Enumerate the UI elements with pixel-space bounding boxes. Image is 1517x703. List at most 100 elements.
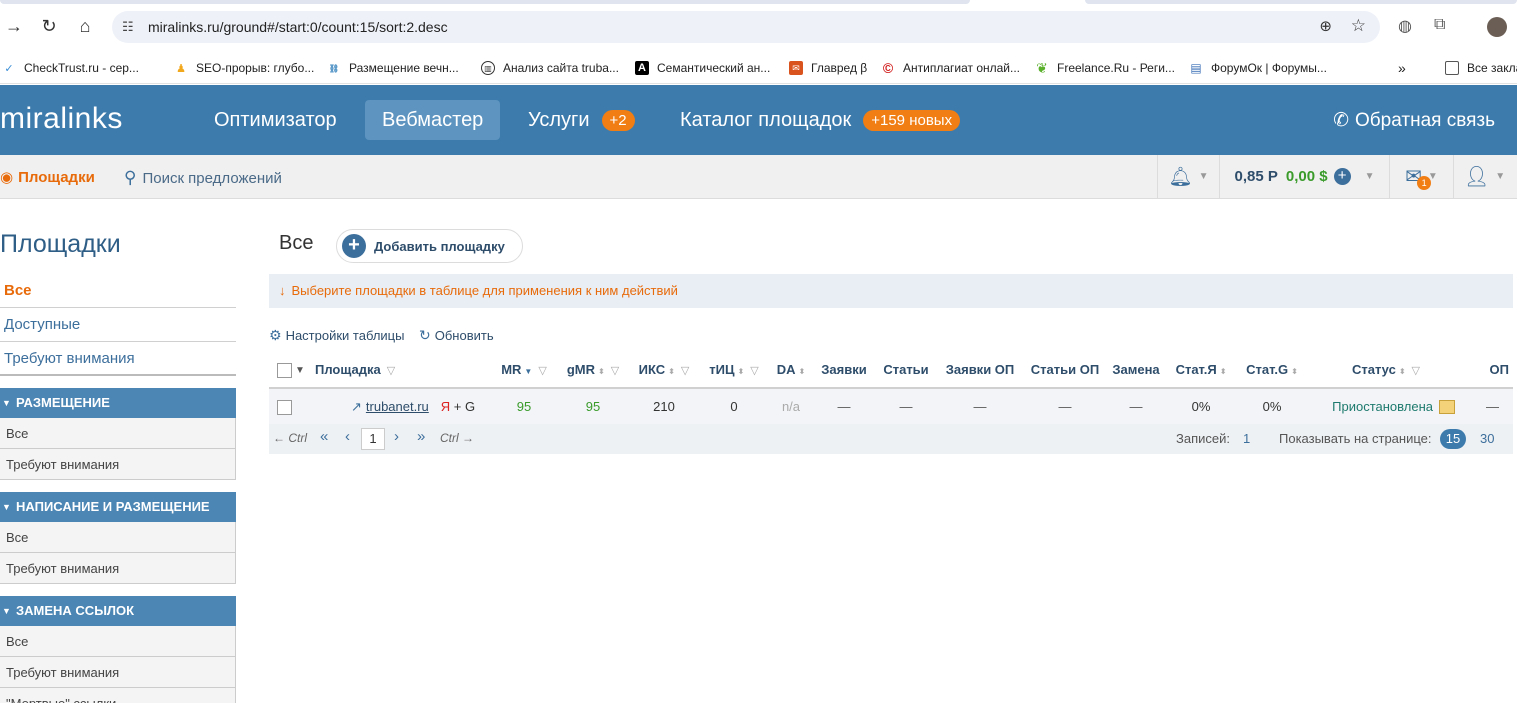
site-link[interactable]: trubanet.ru	[366, 399, 429, 414]
bookmarks-bar: ✓ CheckTrust.ru - сер... ♟ SEO-прорыв: глу…	[0, 52, 1517, 84]
bookmark-label: Антиплагиат онлай...	[903, 61, 1021, 75]
chevron-down-icon: ▼	[1198, 171, 1209, 182]
all-bookmarks[interactable]: Все закла	[1445, 58, 1517, 78]
subnav-search-label: Поиск предложений	[142, 169, 282, 187]
col-mr[interactable]: MR ▼ ▽	[491, 352, 557, 389]
bookmarks-overflow-icon[interactable]: »	[1398, 58, 1406, 78]
cell-articles: —	[875, 388, 937, 424]
sort-icon: ⬍	[798, 367, 806, 376]
forward-arrow-icon[interactable]: →	[2, 14, 26, 38]
add-site-label: Добавить площадку	[374, 238, 505, 254]
logo[interactable]: miralinks	[0, 102, 123, 136]
col-site[interactable]: Площадка ▽	[311, 352, 491, 389]
col-da[interactable]: DA ⬍	[769, 352, 813, 389]
col-replace: Замена	[1107, 352, 1165, 389]
notifications-button[interactable]: 🔔︎ ▼	[1157, 155, 1219, 198]
first-page-button[interactable]: «	[320, 428, 328, 445]
next-page-button[interactable]: ›	[394, 428, 399, 445]
reload-icon[interactable]: ↻	[37, 14, 61, 38]
col-label: тИЦ	[709, 362, 735, 377]
messages-button[interactable]: ✉ 1 ▼	[1389, 155, 1453, 198]
nav-services[interactable]: Услуги +2	[511, 100, 652, 140]
balance-usd: 0,00 $	[1285, 168, 1328, 185]
bookmark-4[interactable]: ▥ Анализ сайта truba...	[481, 58, 619, 78]
chevron-down-icon[interactable]: ▼	[295, 365, 305, 376]
feedback-label: Обратная связь	[1355, 109, 1495, 131]
nav-webmaster[interactable]: Вебмастер	[365, 100, 501, 140]
filter-icon[interactable]: ▽	[750, 365, 758, 377]
user-menu-button[interactable]: 👤︎ ▼	[1453, 155, 1515, 198]
sort-icon: ⬍	[1291, 367, 1298, 376]
checkbox[interactable]	[277, 399, 292, 415]
bookmark-1[interactable]: ✓ CheckTrust.ru - сер...	[2, 58, 139, 78]
section-writing[interactable]: ▼ НАПИСАНИЕ И РАЗМЕЩЕНИЕ	[0, 492, 236, 522]
add-site-button[interactable]: + Добавить площадку	[336, 229, 523, 263]
bookmark-2[interactable]: ♟ SEO-прорыв: глубо...	[174, 58, 314, 78]
add-funds-icon[interactable]: +	[1333, 168, 1351, 185]
balance-widget[interactable]: 0,85 Р 0,00 $ + ▼	[1219, 155, 1389, 198]
bookmark-6[interactable]: ✉ Главред β	[789, 58, 867, 78]
col-gmr[interactable]: gMR ⬍ ▽	[557, 352, 629, 389]
zoom-icon[interactable]: ⊕	[1319, 17, 1332, 35]
bookmark-label: Размещение вечн...	[349, 61, 459, 75]
last-page-button[interactable]: »	[417, 428, 425, 445]
sidebar-item-all[interactable]: Все	[0, 274, 236, 308]
bookmark-3[interactable]: ⛓ Размещение вечн...	[327, 58, 459, 78]
nav-optimizer[interactable]: Оптимизатор	[197, 100, 354, 140]
external-link-icon[interactable]: ↗	[351, 399, 362, 414]
prev-page-button[interactable]: ‹	[345, 428, 350, 445]
bookmark-8[interactable]: ❦ Freelance.Ru - Реги...	[1035, 58, 1175, 78]
address-bar[interactable]: ☷ miralinks.ru/ground#/start:0/count:15/…	[112, 11, 1380, 43]
per-page-30[interactable]: 30	[1480, 431, 1494, 446]
col-tic[interactable]: тИЦ ⬍ ▽	[699, 352, 769, 389]
filter-icon[interactable]: ▽	[681, 365, 689, 377]
filter-icon[interactable]: ▽	[1412, 365, 1420, 377]
filter-icon[interactable]: ▽	[611, 365, 619, 377]
extensions-icon[interactable]: ⧉	[1434, 16, 1445, 34]
sidebar-title: Площадки	[0, 230, 121, 258]
current-page[interactable]: 1	[361, 428, 385, 450]
bookmark-9[interactable]: ▤ ФорумОк | Форумы...	[1189, 58, 1327, 78]
site-settings-icon[interactable]: ☷	[122, 19, 134, 35]
cell-gmr: 95	[557, 388, 629, 424]
home-icon[interactable]: ⌂	[73, 14, 97, 38]
bookmark-5[interactable]: A Семантический ан...	[635, 58, 770, 78]
checkbox[interactable]	[277, 362, 292, 378]
col-label: Стат.G	[1246, 362, 1289, 377]
section-replace-dead[interactable]: "Мертвые" ссылки	[0, 688, 236, 703]
sidebar-item-available[interactable]: Доступные	[0, 308, 236, 342]
bookmark-7[interactable]: © Антиплагиат онлай...	[881, 58, 1020, 78]
section-replace-attention[interactable]: Требуют внимания	[0, 657, 236, 688]
section-writing-all[interactable]: Все	[0, 522, 236, 553]
section-replace[interactable]: ▼ ЗАМЕНА ССЫЛОК	[0, 596, 236, 626]
col-label: MR	[501, 362, 522, 377]
filter-icon[interactable]: ▽	[538, 365, 546, 377]
subnav-places[interactable]: ◉ Площадки	[0, 168, 95, 187]
per-page-15[interactable]: 15	[1440, 429, 1466, 449]
col-stat-y[interactable]: Стат.Я ⬍	[1165, 352, 1237, 389]
col-stat-g[interactable]: Стат.G ⬍	[1237, 352, 1307, 389]
row-checkbox[interactable]	[269, 388, 311, 424]
feedback-link[interactable]: ✆ Обратная связь	[1333, 109, 1495, 132]
section-writing-attention[interactable]: Требуют внимания	[0, 553, 236, 584]
sidebar-item-attention[interactable]: Требуют внимания	[0, 342, 236, 376]
select-all-checkbox[interactable]: ▼	[269, 352, 311, 389]
a-letter-icon: A	[635, 61, 649, 75]
refresh-button[interactable]: ↻ Обновить	[419, 327, 494, 344]
col-iks[interactable]: ИКС ⬍ ▽	[629, 352, 699, 389]
cell-tic: 0	[699, 388, 769, 424]
chevron-down-icon: ▼	[1495, 171, 1506, 182]
globe-icon[interactable]: ◍	[1398, 16, 1412, 36]
note-icon[interactable]	[1439, 400, 1455, 415]
profile-avatar[interactable]	[1487, 17, 1507, 37]
filter-icon[interactable]: ▽	[387, 365, 395, 377]
section-placement-attention[interactable]: Требуют внимания	[0, 449, 236, 480]
nav-catalog[interactable]: Каталог площадок +159 новых	[663, 100, 977, 140]
bookmark-star-icon[interactable]: ☆	[1351, 16, 1366, 36]
subnav-search[interactable]: ⚲ Поиск предложений	[124, 168, 282, 188]
section-placement-all[interactable]: Все	[0, 418, 236, 449]
section-placement[interactable]: ▼ РАЗМЕЩЕНИЕ	[0, 388, 236, 418]
section-replace-all[interactable]: Все	[0, 626, 236, 657]
table-settings-button[interactable]: ⚙ Настройки таблицы	[269, 327, 404, 344]
col-status[interactable]: Статус ⬍ ▽	[1307, 352, 1465, 389]
